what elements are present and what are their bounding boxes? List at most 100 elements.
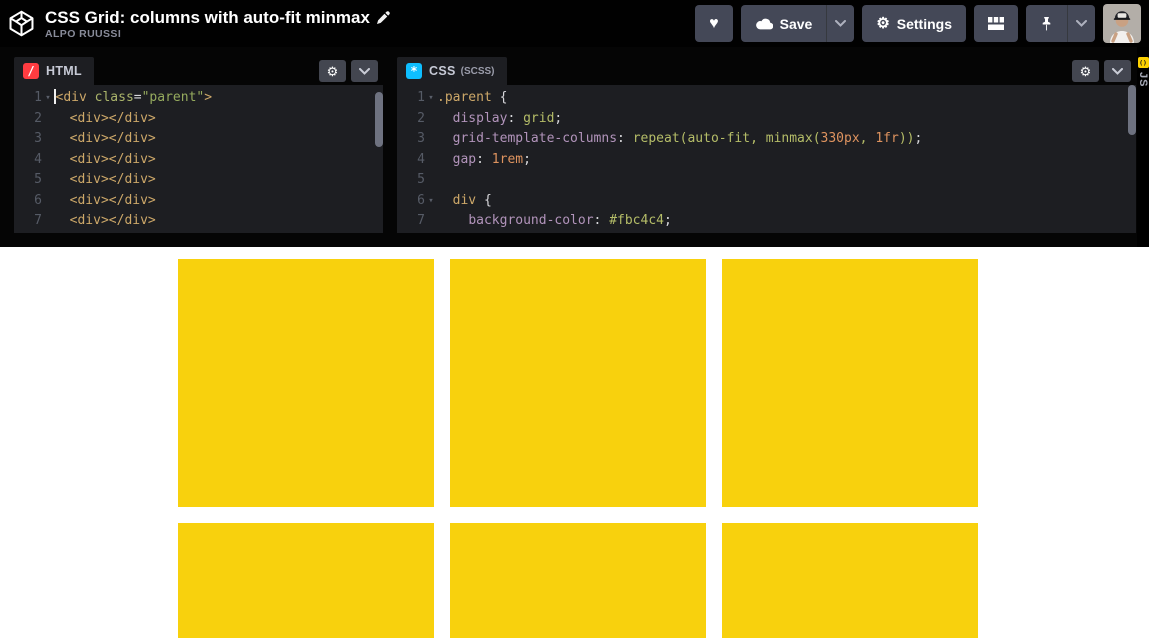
css-tab-label: CSS	[429, 64, 456, 78]
line-number: 1	[22, 88, 42, 109]
fold-spacer	[425, 211, 437, 232]
grid-box	[722, 259, 978, 507]
pin-button[interactable]	[1026, 5, 1067, 42]
line-number: 5	[22, 170, 42, 191]
code-text: <div></div>	[54, 109, 156, 130]
html-panel-icon: /	[23, 63, 39, 79]
pen-title-block: CSS Grid: columns with auto-fit minmax A…	[45, 8, 390, 40]
panel-resize-handle[interactable]	[383, 47, 397, 247]
code-line: 7 background-color: #fbc4c4;	[397, 211, 1136, 232]
avatar-image	[1103, 4, 1141, 43]
html-collapse-button[interactable]	[351, 60, 378, 82]
pen-author: ALPO RUUSSI	[45, 28, 390, 40]
tab-html[interactable]: / HTML	[14, 57, 94, 85]
chevron-down-icon	[835, 20, 846, 27]
tab-js-collapsed[interactable]: () JS	[1137, 47, 1149, 247]
settings-button[interactable]: ⚙ Settings	[862, 5, 966, 42]
code-line: 1▾.parent {	[397, 88, 1136, 109]
fold-arrow-icon[interactable]: ▾	[425, 88, 437, 109]
edit-pencil-icon[interactable]	[377, 11, 390, 24]
codepen-editor-page: CSS Grid: columns with auto-fit minmax A…	[0, 0, 1149, 638]
css-preprocessor-label: (SCSS)	[461, 66, 495, 77]
gear-icon: ⚙	[327, 64, 339, 79]
code-text: display: grid;	[437, 109, 562, 130]
pin-split-button	[1026, 5, 1095, 42]
save-button[interactable]: Save	[741, 5, 827, 42]
line-number: 6	[405, 191, 425, 212]
line-number: 2	[22, 109, 42, 130]
chevron-down-icon	[1112, 68, 1123, 75]
code-text: <div class="parent">	[54, 88, 212, 109]
grid-box	[178, 523, 434, 638]
fold-spacer	[42, 129, 54, 150]
layout-grid-icon	[988, 17, 1004, 30]
line-number: 3	[22, 129, 42, 150]
grid-box	[722, 523, 978, 638]
code-line: 3 grid-template-columns: repeat(auto-fit…	[397, 129, 1136, 150]
code-line: 5 <div></div>	[14, 170, 383, 191]
css-tab-row: * CSS (SCSS) ⚙	[397, 57, 1136, 85]
css-settings-button[interactable]: ⚙	[1072, 60, 1099, 82]
code-text: .parent {	[437, 88, 507, 109]
line-number: 2	[405, 109, 425, 130]
html-tab-label: HTML	[46, 64, 82, 78]
code-text: <div></div>	[54, 191, 156, 212]
editor-section: / HTML ⚙ 1▾<div class="parent">2 <di	[0, 47, 1149, 247]
html-code-editor[interactable]: 1▾<div class="parent">2 <div></div>3 <di…	[14, 85, 383, 233]
save-dropdown-button[interactable]	[826, 5, 854, 42]
code-line: 3 <div></div>	[14, 129, 383, 150]
save-label: Save	[780, 16, 813, 32]
heart-icon: ♥	[709, 16, 719, 32]
line-number: 7	[405, 211, 425, 232]
fold-spacer	[425, 170, 437, 191]
gear-icon: ⚙	[1080, 64, 1092, 79]
fold-arrow-icon[interactable]: ▾	[425, 191, 437, 212]
code-text: div {	[437, 191, 492, 212]
html-tab-row: / HTML ⚙	[14, 57, 383, 85]
codepen-logo[interactable]	[8, 10, 35, 37]
save-split-button: Save	[741, 5, 855, 42]
css-code-editor[interactable]: 1▾.parent {2 display: grid;3 grid-templa…	[397, 85, 1136, 233]
settings-label: Settings	[897, 16, 952, 32]
fold-arrow-icon[interactable]: ▾	[42, 88, 54, 109]
css-collapse-button[interactable]	[1104, 60, 1131, 82]
code-line: 4 gap: 1rem;	[397, 150, 1136, 171]
chevron-down-icon	[359, 68, 370, 75]
like-button[interactable]: ♥	[695, 5, 733, 42]
codepen-cube-icon	[8, 10, 35, 37]
preview-grid-container	[178, 259, 978, 638]
fold-spacer	[42, 150, 54, 171]
cloud-icon	[755, 17, 773, 30]
pin-dropdown-button[interactable]	[1067, 5, 1095, 42]
fold-spacer	[42, 170, 54, 191]
html-editor-scrollbar[interactable]	[375, 92, 383, 147]
pen-title[interactable]: CSS Grid: columns with auto-fit minmax	[45, 8, 370, 27]
fold-spacer	[425, 129, 437, 150]
css-editor-scrollbar[interactable]	[1128, 85, 1136, 135]
code-line: 2 display: grid;	[397, 109, 1136, 130]
line-number: 3	[405, 129, 425, 150]
fold-spacer	[42, 109, 54, 130]
html-panel: / HTML ⚙ 1▾<div class="parent">2 <di	[14, 57, 383, 233]
html-panel-buttons: ⚙	[319, 57, 383, 85]
tab-css[interactable]: * CSS (SCSS)	[397, 57, 507, 85]
fold-spacer	[425, 109, 437, 130]
code-text: background-color: #fbc4c4;	[437, 211, 672, 232]
code-line: 6 <div></div>	[14, 191, 383, 212]
html-settings-button[interactable]: ⚙	[319, 60, 346, 82]
code-line: 1▾<div class="parent">	[14, 88, 383, 109]
fold-spacer	[42, 211, 54, 232]
code-line: 4 <div></div>	[14, 150, 383, 171]
code-text: <div></div>	[54, 170, 156, 191]
avatar[interactable]	[1103, 4, 1141, 43]
line-number: 7	[22, 211, 42, 232]
grid-box	[450, 259, 706, 507]
chevron-down-icon	[1076, 20, 1087, 27]
fold-spacer	[42, 191, 54, 212]
header-bar: CSS Grid: columns with auto-fit minmax A…	[0, 0, 1149, 47]
header-actions: ♥ Save ⚙ Settings	[695, 4, 1149, 43]
change-view-button[interactable]	[974, 5, 1018, 42]
line-number: 6	[22, 191, 42, 212]
gear-icon: ⚙	[876, 16, 889, 31]
js-panel-icon: ()	[1138, 57, 1149, 68]
